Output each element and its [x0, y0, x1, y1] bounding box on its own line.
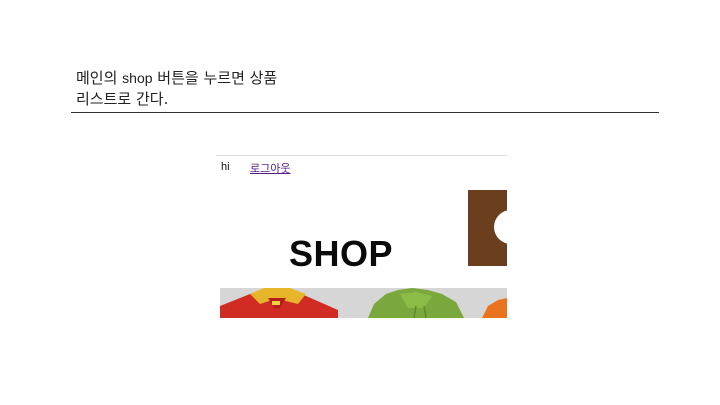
slide: 메인의 shop 버튼을 누르면 상품 리스트로 간다. hi 로그아웃 SHO…: [0, 0, 720, 405]
title-text-part1: 메인의: [76, 69, 123, 87]
slide-title: 메인의 shop 버튼을 누르면 상품 리스트로 간다.: [76, 68, 476, 110]
product-banner-image[interactable]: [220, 288, 507, 318]
title-shop-word: shop: [122, 70, 153, 86]
app-screenshot: hi 로그아웃 SHOP: [216, 155, 507, 318]
logo-circle: [494, 210, 507, 244]
logout-link[interactable]: 로그아웃: [250, 160, 290, 176]
clothing-illustration: [220, 288, 507, 318]
shop-button[interactable]: SHOP: [289, 233, 393, 275]
title-text-line2: 리스트로 간다.: [76, 90, 169, 108]
title-divider: [71, 112, 659, 113]
greeting-text: hi: [221, 161, 230, 173]
title-text-part2: 버튼을 누르면 상품: [152, 69, 278, 87]
brand-logo-box: [468, 190, 507, 266]
header-border: [216, 155, 507, 156]
